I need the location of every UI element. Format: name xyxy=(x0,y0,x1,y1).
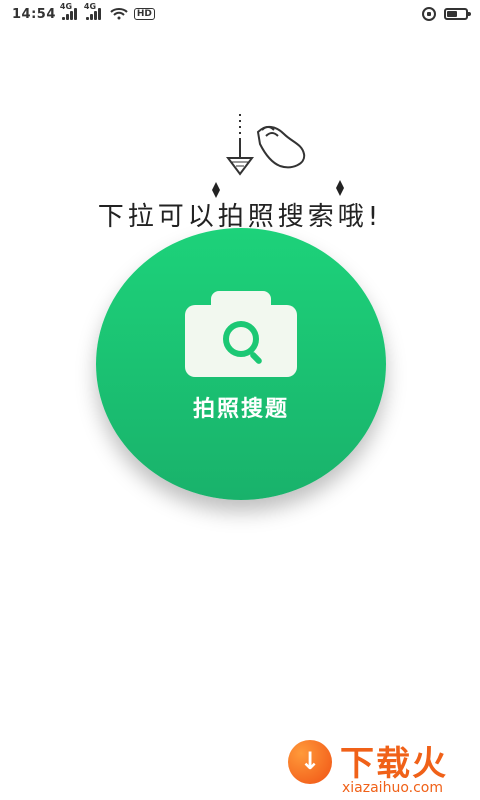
battery-icon xyxy=(444,8,471,20)
watermark-url: xiazaihuo.com xyxy=(342,780,443,796)
wifi-icon xyxy=(110,8,128,20)
hd-badge: HD xyxy=(133,8,155,20)
signal-4g-icon: 4G xyxy=(60,2,80,20)
photo-search-label: 拍照搜题 xyxy=(192,397,289,422)
download-flame-icon xyxy=(288,740,332,784)
photo-search-button[interactable]: 拍照搜题 xyxy=(96,228,386,500)
battery-fill xyxy=(447,11,457,17)
status-time: 14:54 xyxy=(12,6,56,22)
network-type-label: 4G xyxy=(59,2,73,11)
network-type-label: 4G xyxy=(83,2,97,11)
status-bar: 14:54 4G 4G HD xyxy=(0,0,480,28)
signal-4g-icon: 4G xyxy=(84,2,104,20)
watermark-title: 下载火 xyxy=(340,744,448,784)
camera-icon xyxy=(185,291,297,377)
signal-bars-icon: 4G xyxy=(84,2,104,20)
watermark: 下载火 xiazaihuo.com xyxy=(276,730,476,800)
pull-down-hint: 下拉可以拍照搜索哦! xyxy=(0,108,480,232)
status-left: 14:54 4G 4G HD xyxy=(12,2,155,22)
search-lens-icon xyxy=(223,321,259,357)
rotation-lock-icon xyxy=(422,7,436,21)
signal-bars-icon: 4G xyxy=(60,2,80,20)
status-right xyxy=(422,7,471,21)
wifi-icon-svg xyxy=(110,8,128,20)
